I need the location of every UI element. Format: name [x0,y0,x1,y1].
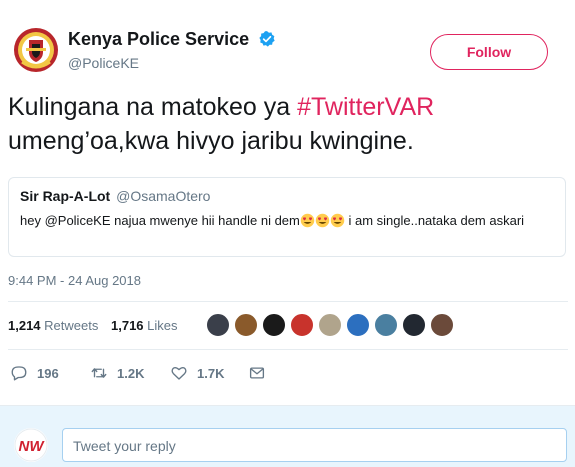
quote-text-before: hey @PoliceKE najua mwenye hii handle ni… [20,213,300,228]
liker-avatar[interactable] [373,312,399,338]
retweet-action[interactable]: 1.2K [90,364,144,382]
quoted-tweet[interactable]: Sir Rap-A-Lot @OsamaOtero hey @PoliceKE … [8,177,566,257]
tweet-text: Kulingana na matokeo ya #TwitterVAR umen… [8,90,568,158]
liker-avatar[interactable] [345,312,371,338]
direct-message-action[interactable] [248,364,275,382]
quote-text-after: i am single..nataka dem askari [344,213,525,228]
liker-avatar[interactable] [317,312,343,338]
hashtag-link[interactable]: #TwitterVAR [297,93,434,121]
likes-count: 1,716 [111,318,144,333]
tweet-text-after: umeng’oa,kwa hivyo jaribu kwingine. [8,127,414,155]
likes-label: Likes [147,318,178,333]
retweets-count: 1,214 [8,318,41,333]
divider [8,349,568,350]
tweet-timestamp[interactable]: 9:44 PM - 24 Aug 2018 [8,273,141,288]
author-name[interactable]: Kenya Police Service [68,28,249,50]
like-action[interactable]: 1.7K [170,364,224,382]
like-count: 1.7K [197,365,225,381]
reply-icon [11,366,27,381]
heart-icon [171,367,187,380]
follow-button[interactable]: Follow [430,34,548,70]
heart-eyes-emoji-icon [300,213,345,228]
reply-action[interactable]: 196 [10,364,59,382]
quote-text: hey @PoliceKE najua mwenye hii handle ni… [20,210,540,231]
quote-author-handle: @OsamaOtero [116,188,211,204]
quote-author: Sir Rap-A-Lot @OsamaOtero [20,188,210,204]
reply-input[interactable]: Tweet your reply [62,428,567,462]
divider [8,301,568,302]
reply-bar: NW Tweet your reply [0,405,575,467]
liker-avatar[interactable] [233,312,259,338]
retweets-label: Retweets [44,318,99,333]
likes-stat[interactable]: 1,716 Likes [111,318,178,333]
user-avatar[interactable]: NW [14,428,48,462]
quote-author-name: Sir Rap-A-Lot [20,188,111,204]
liker-avatar[interactable] [205,312,231,338]
verified-badge-icon [258,30,276,48]
liker-avatar[interactable] [261,312,287,338]
retweets-stat[interactable]: 1,214 Retweets [8,318,98,333]
retweet-icon [91,368,107,378]
police-badge-avatar[interactable] [12,26,60,74]
envelope-icon [249,367,265,379]
user-avatar-logo-text: NW [19,438,46,455]
liker-avatar[interactable] [429,312,455,338]
liker-avatar[interactable] [401,312,427,338]
engagement-stats: 1,214 Retweets 1,716 Likes [8,318,187,333]
tweet-text-before: Kulingana na matokeo ya [8,93,298,121]
author-handle[interactable]: @PoliceKE [68,54,276,72]
author-block: Kenya Police Service @PoliceKE [68,28,276,72]
tweet-header: Kenya Police Service @PoliceKE Follow [8,22,568,78]
tweet-card: Kenya Police Service @PoliceKE Follow Ku… [0,0,575,405]
reply-count: 196 [37,365,59,381]
liker-avatar[interactable] [289,312,315,338]
retweet-count: 1.2K [117,365,145,381]
